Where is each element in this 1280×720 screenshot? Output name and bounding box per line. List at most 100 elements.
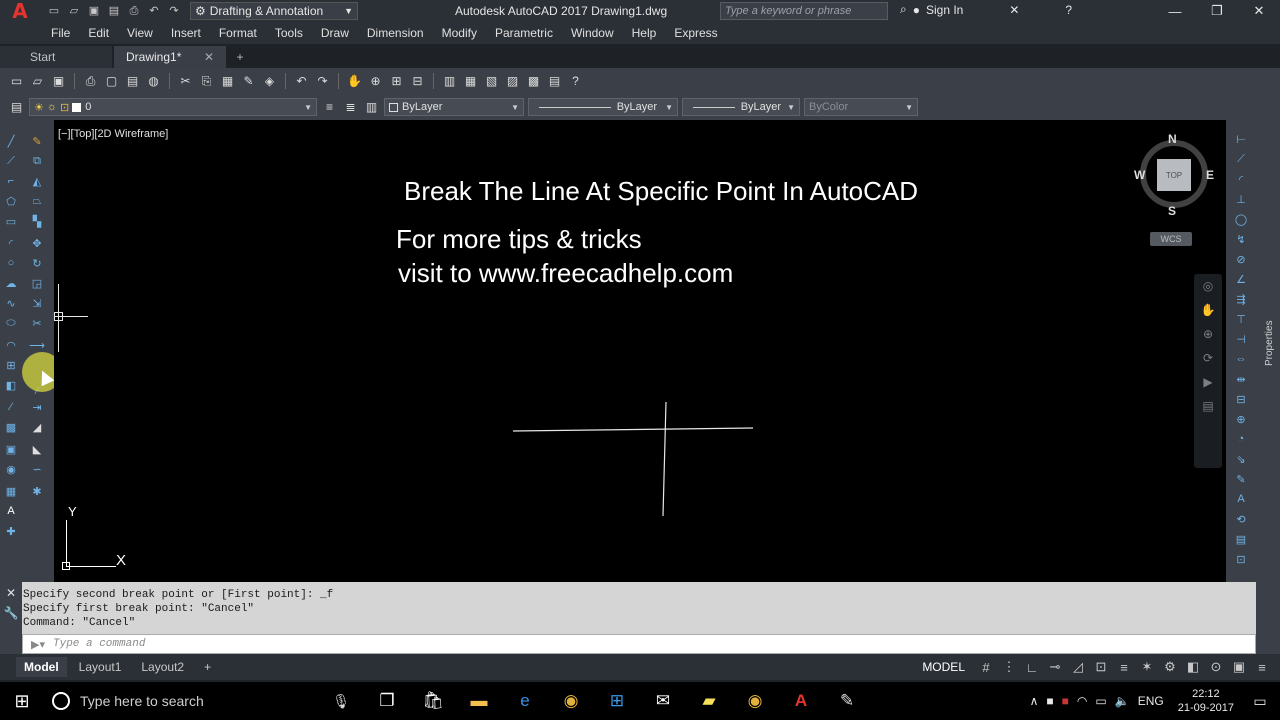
copy-icon[interactable]: ⎘: [198, 73, 215, 90]
lineweight-icon[interactable]: ≡: [1116, 660, 1132, 675]
dim-update-icon[interactable]: ⟲: [1234, 512, 1248, 526]
paste-icon[interactable]: ▦: [219, 73, 236, 90]
menu-tools[interactable]: Tools: [266, 26, 312, 40]
new-icon[interactable]: ▭: [46, 3, 62, 19]
move-icon[interactable]: ✥: [30, 236, 44, 250]
region-icon[interactable]: ◉: [4, 462, 18, 476]
viewcube-west[interactable]: W: [1134, 168, 1145, 182]
construction-line-icon[interactable]: ⟋: [4, 154, 18, 168]
mirror-icon[interactable]: ◭: [30, 174, 44, 188]
multiline-text-icon[interactable]: A: [4, 504, 18, 518]
make-current-icon[interactable]: ≡: [321, 99, 338, 116]
chrome-icon[interactable]: ◉: [548, 682, 594, 720]
menu-format[interactable]: Format: [210, 26, 266, 40]
customize-icon[interactable]: ≡: [1254, 660, 1270, 675]
help-search-input[interactable]: Type a keyword or phrase: [720, 2, 888, 20]
open-icon[interactable]: ▱: [66, 3, 82, 19]
inspection-icon[interactable]: ◔: [1234, 432, 1248, 446]
taskbar-search[interactable]: Type here to search 🎙: [44, 682, 364, 720]
quick-dim-icon[interactable]: ⇶: [1234, 292, 1248, 306]
spline-icon[interactable]: ∿: [4, 296, 18, 310]
menu-parametric[interactable]: Parametric: [486, 26, 562, 40]
viewcube-top-face[interactable]: TOP: [1157, 159, 1191, 191]
menu-window[interactable]: Window: [562, 26, 623, 40]
viewcube-south[interactable]: S: [1168, 204, 1176, 218]
chamfer-icon[interactable]: ◢: [30, 420, 44, 434]
point-icon[interactable]: ⁄: [4, 400, 18, 414]
menu-insert[interactable]: Insert: [162, 26, 210, 40]
binoculars-icon[interactable]: ⌕: [900, 2, 907, 17]
rotate-icon[interactable]: ↻: [30, 256, 44, 270]
store-icon[interactable]: 🛍: [410, 682, 456, 720]
arc-icon[interactable]: ◜: [4, 236, 18, 250]
command-prompt-icon[interactable]: ▶▾: [23, 638, 53, 651]
design-center-icon[interactable]: ▦: [462, 73, 479, 90]
sheet-set-icon[interactable]: ▨: [504, 73, 521, 90]
explode-icon[interactable]: ✱: [30, 484, 44, 498]
zoom-previous-icon[interactable]: ⊟: [409, 73, 426, 90]
wrench-icon[interactable]: 🔧: [0, 606, 22, 622]
dim-diameter-icon[interactable]: ⊘: [1234, 252, 1248, 266]
plot-icon[interactable]: ⎙: [82, 73, 99, 90]
new-icon[interactable]: ▭: [8, 73, 25, 90]
redo-icon[interactable]: ↷: [314, 73, 331, 90]
sign-in-label[interactable]: Sign In: [926, 3, 963, 17]
menu-help[interactable]: Help: [623, 26, 666, 40]
drawing-geometry[interactable]: [54, 120, 1226, 582]
minimize-icon[interactable]: —: [1154, 0, 1196, 22]
publish-icon[interactable]: ▤: [124, 73, 141, 90]
vertical-line[interactable]: [662, 401, 667, 517]
dim-style-icon[interactable]: ▤: [1234, 532, 1248, 546]
ellipse-arc-icon[interactable]: ◠: [4, 338, 18, 352]
zoom-realtime-icon[interactable]: ⊕: [367, 73, 384, 90]
wifi-icon[interactable]: ◠: [1077, 694, 1087, 708]
ellipse-icon[interactable]: ⬭: [4, 316, 18, 330]
block-editor-icon[interactable]: ◈: [261, 73, 278, 90]
viewcube-north[interactable]: N: [1168, 132, 1177, 146]
copy-object-icon[interactable]: ⧉: [30, 154, 44, 168]
dim-baseline-icon[interactable]: ⊤: [1234, 312, 1248, 326]
zoom-extents-icon[interactable]: ⊕: [1194, 322, 1222, 346]
circle-icon[interactable]: ○: [4, 256, 18, 270]
menu-file[interactable]: File: [42, 26, 79, 40]
tab-model[interactable]: Model: [16, 657, 67, 677]
layer-previous-icon[interactable]: ≣: [342, 99, 359, 116]
stretch-icon[interactable]: ⇲: [30, 296, 44, 310]
ortho-icon[interactable]: ∟: [1024, 660, 1040, 675]
steering-wheel-icon[interactable]: ◎: [1194, 274, 1222, 298]
lineweight-dropdown[interactable]: ByLayer ▼: [682, 98, 800, 116]
navbar-options-icon[interactable]: ▤: [1194, 394, 1222, 418]
markup-icon[interactable]: ▩: [525, 73, 542, 90]
gradient-icon[interactable]: ▣: [4, 442, 18, 456]
table-icon[interactable]: ▦: [4, 484, 18, 498]
rectangle-icon[interactable]: ▭: [4, 214, 18, 228]
drawing-canvas[interactable]: [−][Top][2D Wireframe] Break The Line At…: [54, 120, 1226, 582]
line-icon[interactable]: ╱: [4, 134, 18, 148]
command-input[interactable]: ▶▾ Type a command: [22, 634, 1256, 654]
add-selected-icon[interactable]: ✚: [4, 524, 18, 538]
redo-icon[interactable]: ↷: [166, 3, 182, 19]
erase-icon[interactable]: ✎: [30, 134, 44, 148]
menu-dimension[interactable]: Dimension: [358, 26, 433, 40]
save-icon[interactable]: ▣: [50, 73, 67, 90]
calculator-icon[interactable]: ▤: [546, 73, 563, 90]
new-tab-icon[interactable]: +: [228, 46, 252, 68]
polar-icon[interactable]: ⊸: [1047, 659, 1063, 675]
tab-drawing1[interactable]: Drawing1* ✕: [114, 46, 226, 68]
isolate-icon[interactable]: ◧: [1185, 659, 1201, 675]
dim-angular-icon[interactable]: ∠: [1234, 272, 1248, 286]
dim-jogged-icon[interactable]: ↯: [1234, 232, 1248, 246]
clean-screen-icon[interactable]: ▣: [1231, 659, 1247, 675]
jogged-linear-icon[interactable]: ⇘: [1234, 452, 1248, 466]
task-view-icon[interactable]: ❐: [364, 682, 410, 720]
restore-icon[interactable]: ❐: [1196, 0, 1238, 22]
dim-arc-icon[interactable]: ◜: [1234, 172, 1248, 186]
menu-edit[interactable]: Edit: [79, 26, 118, 40]
open-icon[interactable]: ▱: [29, 73, 46, 90]
fillet-icon[interactable]: ◣: [30, 442, 44, 456]
properties-palette-tab[interactable]: Properties: [1264, 320, 1275, 366]
menu-draw[interactable]: Draw: [312, 26, 358, 40]
help-icon[interactable]: ?: [1065, 3, 1072, 17]
volume-icon[interactable]: 🔈: [1115, 694, 1130, 708]
dim-continue-icon[interactable]: ⊣: [1234, 332, 1248, 346]
